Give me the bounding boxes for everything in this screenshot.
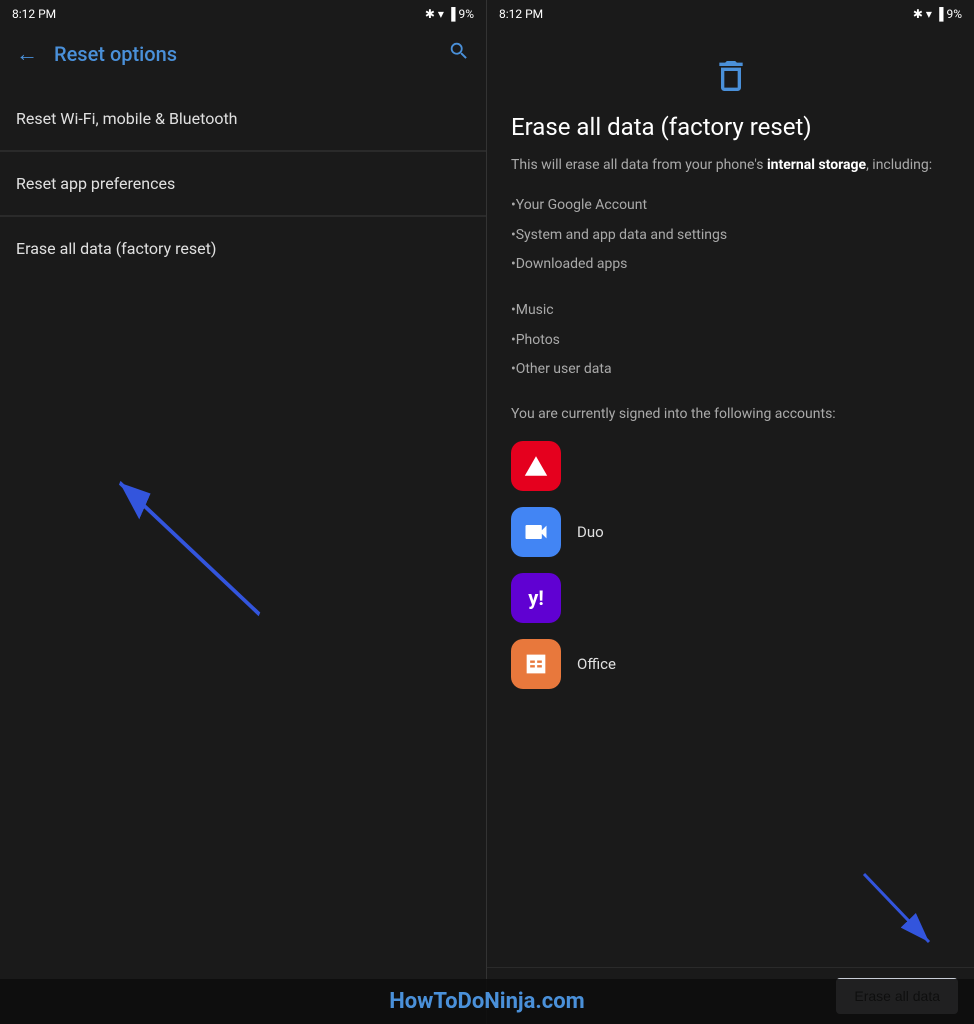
duo-label: Duo [577,523,604,541]
menu-list: Reset Wi-Fi, mobile & Bluetooth Reset ap… [0,79,486,1024]
data-item-google: •Your Google Account [511,196,950,216]
data-item-system: •System and app data and settings [511,226,950,246]
left-panel: 8:12 PM ✱ ▾ ▐ 9% ← Reset options Reset W… [0,0,487,1024]
menu-item-wifi[interactable]: Reset Wi-Fi, mobile & Bluetooth [0,87,486,151]
search-button[interactable] [448,40,470,67]
watermark: HowToDoNinja.com [0,979,974,1024]
left-time: 8:12 PM [12,7,56,21]
signal-icon: ▐ [447,7,456,21]
desc-before: This will erase all data from your phone… [511,157,767,173]
factory-reset-title: Erase all data (factory reset) [511,112,950,143]
factory-reset-description: This will erase all data from your phone… [511,155,950,176]
desc-after: , including: [866,157,932,173]
right-signal-icon: ▐ [935,7,944,21]
menu-item-factory-reset[interactable]: Erase all data (factory reset) [0,217,486,280]
right-panel: 8:12 PM ✱ ▾ ▐ 9% Erase all data (factory… [487,0,974,1024]
trash-icon-container [511,56,950,96]
data-item-apps: •Downloaded apps [511,255,950,275]
right-content: Erase all data (factory reset) This will… [487,28,974,967]
right-bluetooth-icon: ✱ [913,7,923,21]
desc-bold: internal storage [767,157,866,173]
back-button[interactable]: ← [16,41,38,67]
data-item-music: •Music [511,301,950,321]
data-item-photos: •Photos [511,331,950,351]
right-time: 8:12 PM [499,7,543,21]
account-item-duo: Duo [511,507,950,557]
duo-app-icon [511,507,561,557]
office-app-icon [511,639,561,689]
account-item-adobe [511,441,950,491]
bluetooth-icon: ✱ [425,7,435,21]
wifi-icon: ▾ [438,7,444,21]
adobe-app-icon [511,441,561,491]
right-status-bar: 8:12 PM ✱ ▾ ▐ 9% [487,0,974,28]
left-status-icons: ✱ ▾ ▐ 9% [425,7,474,21]
toolbar: ← Reset options [0,28,486,79]
accounts-text: You are currently signed into the follow… [511,404,950,425]
data-item-other: •Other user data [511,360,950,380]
right-battery-level: 9% [946,7,962,21]
left-status-bar: 8:12 PM ✱ ▾ ▐ 9% [0,0,486,28]
account-item-office: Office [511,639,950,689]
right-status-icons: ✱ ▾ ▐ 9% [913,7,962,21]
trash-icon [711,56,751,96]
right-wifi-icon: ▾ [926,7,932,21]
battery-level: 9% [458,7,474,21]
office-label: Office [577,655,616,673]
page-title: Reset options [54,42,432,66]
account-item-yahoo: y! [511,573,950,623]
menu-item-app-preferences[interactable]: Reset app preferences [0,152,486,216]
yahoo-app-icon: y! [511,573,561,623]
